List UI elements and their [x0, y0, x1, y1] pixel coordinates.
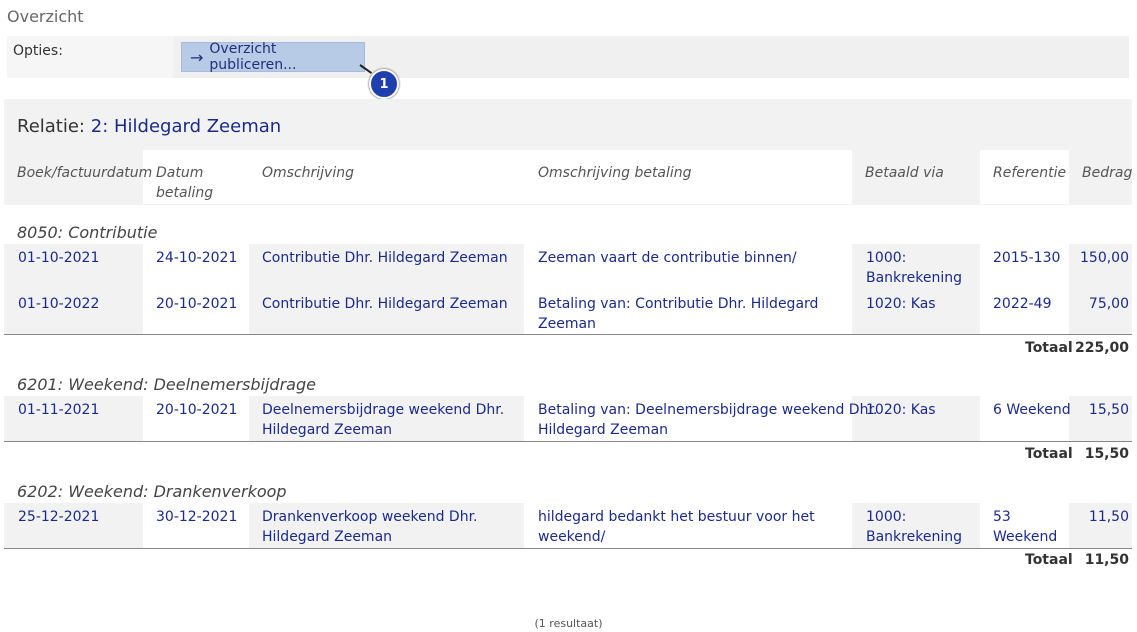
cell-description[interactable]: Contributie Dhr. Hildegard Zeeman: [262, 248, 508, 268]
column-header-line: betaling: [156, 185, 214, 201]
cell-line: 1000:: [866, 250, 907, 266]
cell-line: Weekend: [993, 529, 1058, 545]
group-title: 6202: Weekend: Drankenverkoop: [17, 482, 287, 501]
cell-line: Deelnemersbijdrage weekend Dhr.: [262, 402, 505, 418]
publish-overview-button[interactable]: → Overzicht publiceren...: [181, 41, 365, 73]
cell-date[interactable]: 01-10-2021: [18, 248, 99, 268]
group-title: 8050: Contributie: [17, 223, 158, 242]
cell-line: Hildegard Zeeman: [262, 422, 393, 438]
page-title: Overzicht: [7, 7, 84, 26]
column-header-datum-betaling[interactable]: Datum betaling: [156, 163, 213, 203]
cell-line: 53: [993, 509, 1011, 525]
cell-paid-via[interactable]: 1000: Bankrekening: [866, 248, 962, 288]
cell-line: hildegard bedankt het bestuur voor het: [538, 509, 815, 525]
column-header-omschrijving-betaling[interactable]: Omschrijving betaling: [538, 163, 692, 183]
group-separator: [4, 441, 1132, 442]
column-header-line: Datum: [156, 165, 204, 181]
cell-amount[interactable]: 75,00: [1070, 294, 1129, 314]
cell-reference[interactable]: 2022-49: [993, 294, 1052, 314]
options-label: Opties:: [13, 43, 63, 59]
total-label: Totaal: [1025, 552, 1073, 568]
cell-payment-description[interactable]: Betaling van: Contributie Dhr. Hildegard…: [538, 294, 818, 334]
cell-line: Bankrekening: [866, 529, 962, 545]
cell-date[interactable]: 01-11-2021: [18, 400, 99, 420]
column-header-boekdatum[interactable]: Boek/factuurdatum: [17, 163, 152, 183]
cell-line: Betaling van: Contributie Dhr. Hildegard: [538, 296, 819, 312]
total-value: 11,50: [1084, 552, 1129, 568]
cell-line: Betaling van: Deelnemersbijdrage weekend…: [538, 402, 878, 418]
cell-payment-description[interactable]: Zeeman vaart de contributie binnen/: [538, 248, 797, 268]
group-title: 6201: Weekend: Deelnemersbijdrage: [17, 375, 316, 394]
cell-paydate[interactable]: 30-12-2021: [156, 507, 237, 527]
cell-paydate[interactable]: 24-10-2021: [156, 248, 237, 268]
relation-prefix: Relatie:: [17, 116, 86, 137]
cell-date[interactable]: 01-10-2022: [18, 294, 99, 314]
cell-paid-via[interactable]: 1020: Kas: [866, 294, 936, 314]
cell-line: Zeeman: [538, 316, 596, 332]
cell-line: Drankenverkoop weekend Dhr.: [262, 509, 478, 525]
cell-paid-via[interactable]: 1000: Bankrekening: [866, 507, 962, 547]
cell-description[interactable]: Contributie Dhr. Hildegard Zeeman: [262, 294, 508, 314]
cell-line: Hildegard Zeeman: [262, 529, 393, 545]
cell-line: Hildegard Zeeman: [538, 422, 669, 438]
cell-line: weekend/: [538, 529, 606, 545]
cell-line: 1000:: [866, 509, 907, 525]
relation-title: Relatie: 2: Hildegard Zeeman: [17, 116, 281, 137]
cell-amount[interactable]: 15,50: [1070, 400, 1129, 420]
group-separator: [4, 548, 1132, 549]
cell-reference[interactable]: 6 Weekend: [993, 400, 1071, 420]
cell-amount[interactable]: 11,50: [1070, 507, 1129, 527]
relation-link[interactable]: 2: Hildegard Zeeman: [91, 116, 281, 137]
cell-payment-description[interactable]: Betaling van: Deelnemersbijdrage weekend…: [538, 400, 877, 440]
column-header-betaald-via[interactable]: Betaald via: [865, 163, 944, 183]
arrow-right-icon: →: [190, 47, 204, 67]
cell-amount[interactable]: 150,00: [1070, 248, 1129, 268]
column-header-omschrijving[interactable]: Omschrijving: [262, 163, 354, 183]
cell-paydate[interactable]: 20-10-2021: [156, 400, 237, 420]
cell-line: Bankrekening: [866, 270, 962, 286]
total-value: 15,50: [1084, 446, 1129, 462]
cell-description[interactable]: Drankenverkoop weekend Dhr. Hildegard Ze…: [262, 507, 478, 547]
total-label: Totaal: [1025, 446, 1073, 462]
cell-reference[interactable]: 2015-130: [993, 248, 1060, 268]
result-count: (1 resultaat): [534, 617, 603, 630]
publish-overview-label: Overzicht publiceren...: [209, 41, 297, 73]
cell-description[interactable]: Deelnemersbijdrage weekend Dhr. Hildegar…: [262, 400, 504, 440]
cell-payment-description[interactable]: hildegard bedankt het bestuur voor het w…: [538, 507, 815, 547]
annotation-badge: 1: [369, 69, 399, 99]
cell-date[interactable]: 25-12-2021: [18, 507, 99, 527]
total-label: Totaal: [1025, 340, 1073, 356]
options-label-cell: Opties:: [7, 36, 173, 78]
group-separator: [4, 334, 1132, 335]
cell-paydate[interactable]: 20-10-2021: [156, 294, 237, 314]
cell-paid-via[interactable]: 1020: Kas: [866, 400, 936, 420]
total-value: 225,00: [1075, 340, 1130, 356]
column-header-bedrag[interactable]: Bedrag: [1082, 163, 1132, 183]
column-header-referentie[interactable]: Referentie: [993, 163, 1066, 183]
cell-reference[interactable]: 53 Weekend: [993, 507, 1057, 547]
